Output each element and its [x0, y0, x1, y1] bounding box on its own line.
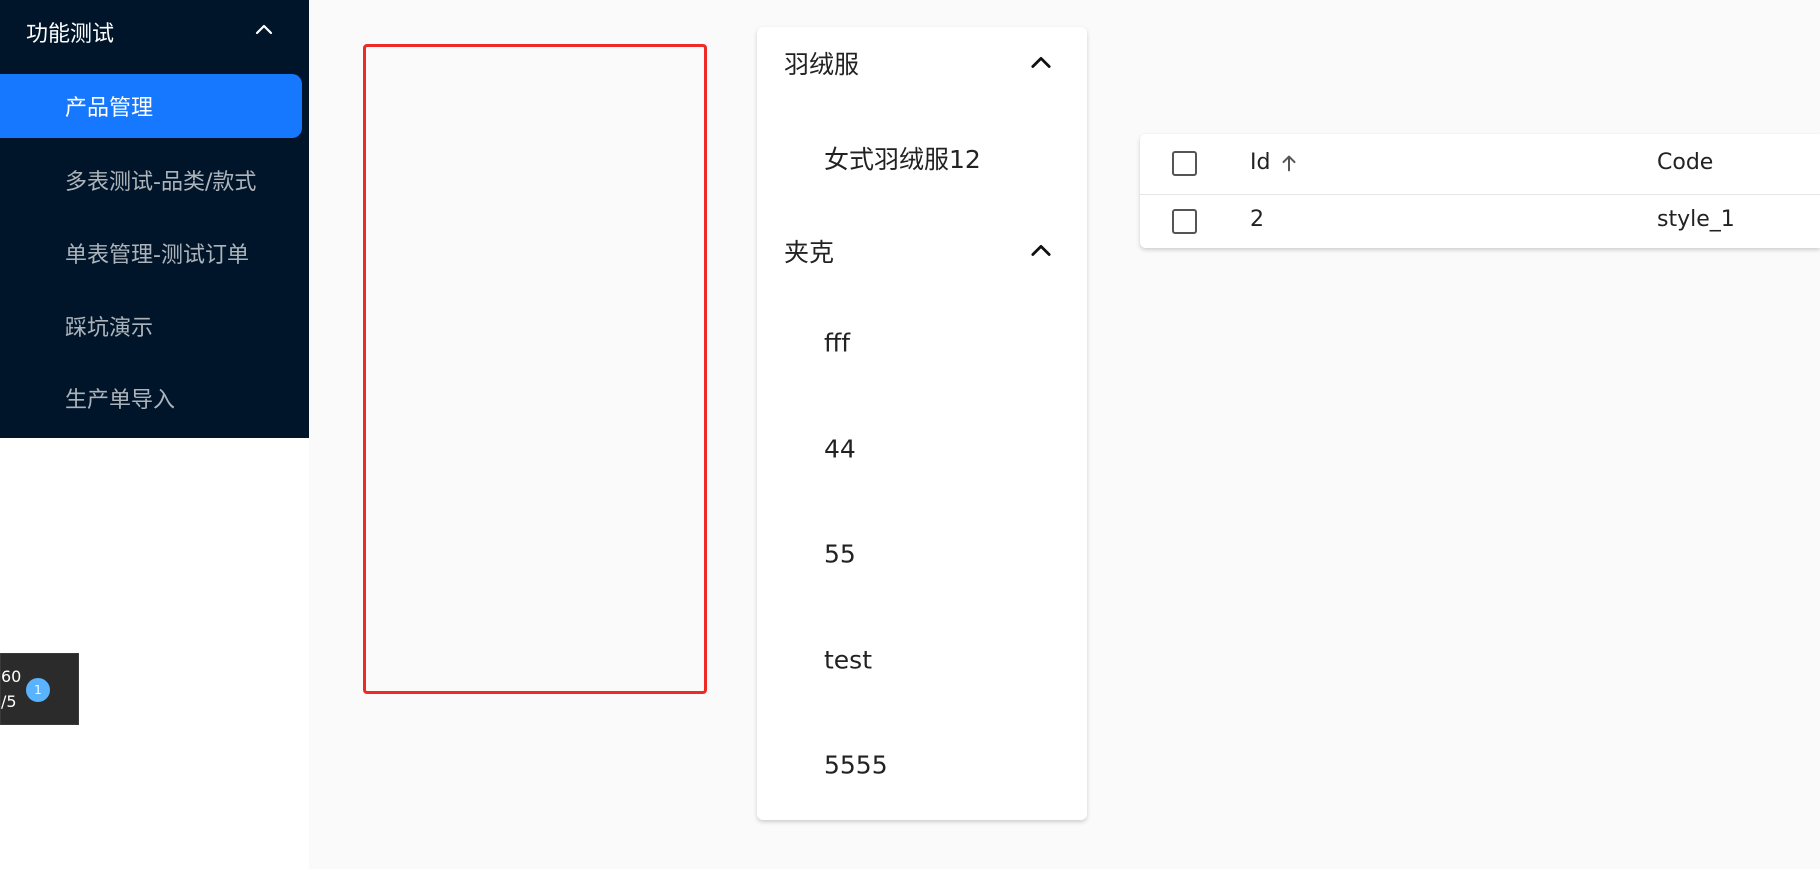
arrow-up-icon[interactable] [1278, 152, 1300, 174]
category-item-label: 44 [824, 434, 856, 464]
sidebar-item-label: 生产单导入 [65, 388, 176, 413]
sidebar-item-single-table-orders[interactable]: 单表管理-测试订单 [0, 221, 302, 285]
data-table: Id Code 2 style_1 [1140, 134, 1820, 248]
category-title: 夹克 [784, 238, 835, 267]
highlight-box [363, 44, 707, 694]
column-header-code[interactable]: Code [1657, 150, 1713, 175]
sidebar-item-label: 多表测试-品类/款式 [65, 170, 257, 195]
category-item[interactable]: 5555 [757, 735, 1087, 795]
widget-line-2: /5 [1, 692, 17, 711]
menu-group-title: 功能测试 [26, 22, 115, 47]
sidebar-item-label: 产品管理 [65, 96, 154, 121]
chevron-up-icon[interactable] [1027, 49, 1055, 77]
row-checkbox[interactable] [1172, 209, 1197, 234]
category-item[interactable]: 女式羽绒服12 [757, 128, 1087, 188]
sidebar-item-product-management[interactable]: 产品管理 [0, 74, 302, 138]
sidebar-menu: 功能测试 产品管理 多表测试-品类/款式 单表管理-测试订单 踩坑演示 生产单导… [0, 0, 309, 438]
category-item[interactable]: 55 [757, 524, 1087, 584]
category-item-label: 55 [824, 539, 856, 569]
category-panel: 羽绒服 女式羽绒服12 夹克 fff 44 55 test 5555 [757, 27, 1087, 820]
category-item[interactable]: 44 [757, 419, 1087, 479]
category-header-jacket[interactable]: 夹克 [757, 221, 1087, 281]
category-item-label: 5555 [824, 750, 888, 780]
sidebar-item-pitfall-demo[interactable]: 踩坑演示 [0, 294, 302, 358]
category-item[interactable]: fff [757, 313, 1087, 373]
column-header-label: Id [1250, 150, 1271, 175]
sidebar-item-label: 单表管理-测试订单 [65, 243, 249, 268]
notification-badge[interactable]: 1 [26, 678, 50, 702]
column-header-id[interactable]: Id [1250, 150, 1300, 175]
category-header-down-jacket[interactable]: 羽绒服 [757, 33, 1087, 93]
menu-group-header[interactable]: 功能测试 [0, 0, 309, 60]
floating-widget[interactable]: 60 /5 1 [0, 653, 79, 725]
select-all-checkbox[interactable] [1172, 151, 1197, 176]
chevron-up-icon[interactable] [252, 18, 276, 42]
sidebar-item-production-import[interactable]: 生产单导入 [0, 366, 302, 430]
sidebar-item-label: 踩坑演示 [65, 316, 154, 341]
category-item-label: fff [824, 328, 851, 358]
category-item[interactable]: test [757, 630, 1087, 690]
category-item-label: 女式羽绒服12 [824, 145, 981, 174]
sidebar-item-multi-table-test[interactable]: 多表测试-品类/款式 [0, 148, 302, 212]
sidebar-area: 功能测试 产品管理 多表测试-品类/款式 单表管理-测试订单 踩坑演示 生产单导… [0, 0, 309, 869]
cell-code: style_1 [1657, 207, 1735, 232]
table-row[interactable]: 2 style_1 [1140, 195, 1820, 248]
category-item-label: test [824, 645, 873, 675]
table-header: Id Code [1140, 134, 1820, 195]
widget-line-1: 60 [1, 667, 22, 686]
cell-id: 2 [1250, 207, 1264, 232]
category-title: 羽绒服 [784, 50, 860, 79]
chevron-up-icon[interactable] [1027, 237, 1055, 265]
